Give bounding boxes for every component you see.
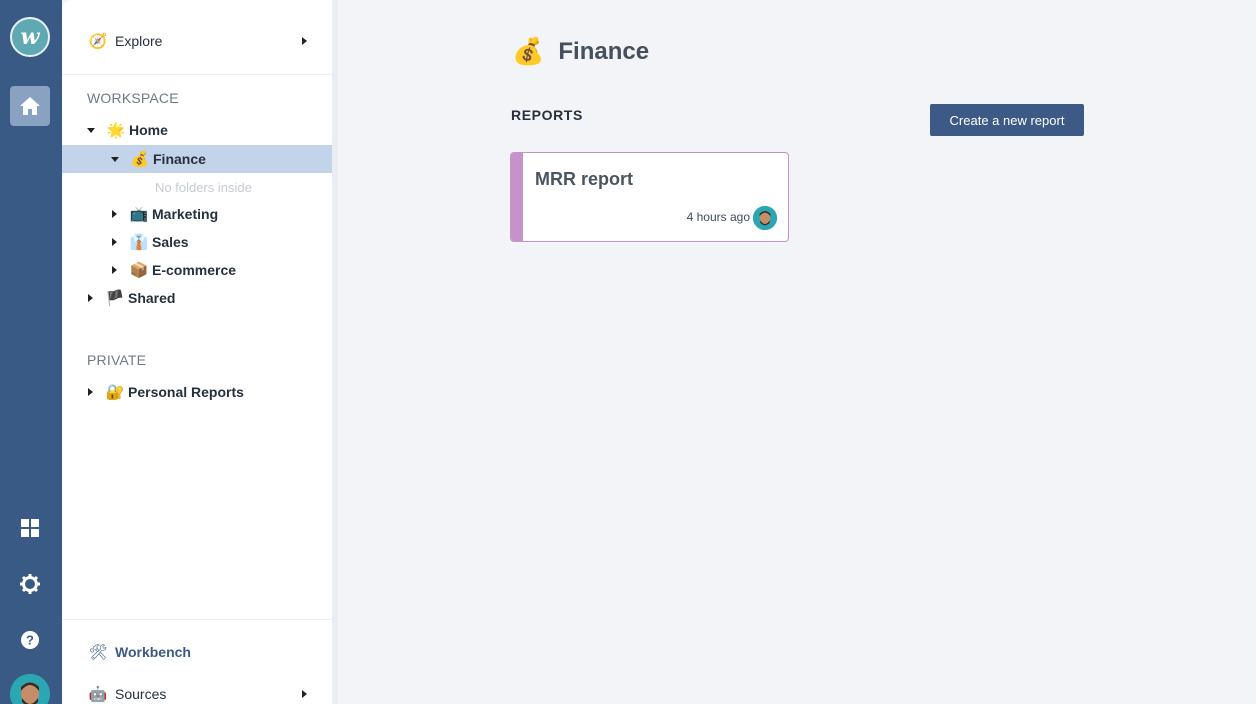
caret-right-icon[interactable] xyxy=(112,238,117,246)
tree-item-label: Sales xyxy=(152,234,189,250)
explore-label: Explore xyxy=(115,33,163,49)
svg-text:?: ? xyxy=(26,633,34,648)
compass-icon: 🧭 xyxy=(88,33,108,50)
report-title: MRR report xyxy=(535,169,633,189)
report-timestamp: 4 hours ago xyxy=(686,210,750,224)
tree-item-label: Personal Reports xyxy=(128,384,244,400)
sources-label: Sources xyxy=(115,686,167,702)
robot-icon: 🤖 xyxy=(88,686,108,703)
pirate-flag-icon: 🏴 xyxy=(105,290,125,307)
star-icon: 🌟 xyxy=(106,122,126,139)
tree-item-finance[interactable]: 💰 Finance xyxy=(62,145,338,173)
workbench-label: Workbench xyxy=(115,644,191,660)
page-title-text: Finance xyxy=(558,37,650,65)
caret-down-icon[interactable] xyxy=(111,156,119,162)
tree-item-label: Shared xyxy=(128,290,176,306)
lock-icon: 🔐 xyxy=(105,384,125,401)
explore-item[interactable]: 🧭 Explore xyxy=(62,27,332,55)
tree-item-ecommerce[interactable]: 📦 E-commerce xyxy=(62,256,332,284)
page-title: 💰 Finance xyxy=(512,36,649,67)
workbench-item[interactable]: 🛠 Workbench xyxy=(62,638,332,666)
sources-item[interactable]: 🤖 Sources xyxy=(62,680,332,704)
money-bag-icon: 💰 xyxy=(130,151,150,168)
chevron-right-icon[interactable] xyxy=(302,690,307,698)
chevron-right-icon[interactable] xyxy=(302,37,307,45)
tools-icon: 🛠 xyxy=(88,644,108,661)
dashboard-icon xyxy=(21,519,39,537)
workspace-heading: WORKSPACE xyxy=(87,90,179,106)
settings-button[interactable] xyxy=(10,564,50,604)
home-icon xyxy=(20,97,40,115)
money-bag-icon: 💰 xyxy=(512,36,545,66)
suit-icon: 👔 xyxy=(129,234,149,251)
package-icon: 📦 xyxy=(129,262,149,279)
settings-icon xyxy=(20,574,40,594)
tv-icon: 📺 xyxy=(129,206,149,223)
caret-right-icon[interactable] xyxy=(88,294,93,302)
user-avatar[interactable] xyxy=(10,674,50,704)
caret-right-icon[interactable] xyxy=(88,388,93,396)
private-heading: PRIVATE xyxy=(87,352,147,368)
divider xyxy=(62,619,332,620)
help-icon: ? xyxy=(21,631,39,649)
tree-item-personal-reports[interactable]: 🔐 Personal Reports xyxy=(62,378,332,406)
caret-right-icon[interactable] xyxy=(112,210,117,218)
home-button[interactable] xyxy=(10,86,50,126)
dashboard-button[interactable] xyxy=(10,508,50,548)
caret-right-icon[interactable] xyxy=(112,266,117,274)
divider xyxy=(62,74,332,75)
card-accent xyxy=(511,153,523,241)
reports-heading: REPORTS xyxy=(511,107,583,123)
help-button[interactable]: ? xyxy=(10,620,50,660)
sidebar-edge xyxy=(332,0,338,704)
app-logo[interactable]: w xyxy=(10,17,50,57)
tree-item-shared[interactable]: 🏴 Shared xyxy=(62,284,332,312)
author-avatar xyxy=(753,206,777,230)
tree-item-label: Finance xyxy=(153,151,206,167)
tree-item-sales[interactable]: 👔 Sales xyxy=(62,228,332,256)
left-rail: w ? xyxy=(0,0,62,704)
tree-item-label: E-commerce xyxy=(152,262,237,278)
tree-item-marketing[interactable]: 📺 Marketing xyxy=(62,200,332,228)
empty-folder-note: No folders inside xyxy=(155,179,252,195)
sidebar: 🧭 Explore WORKSPACE 🌟 Home 💰 Finance No … xyxy=(62,0,338,704)
create-report-button[interactable]: Create a new report xyxy=(930,104,1084,136)
caret-down-icon[interactable] xyxy=(87,127,95,133)
report-card[interactable]: MRR report 4 hours ago xyxy=(510,152,789,242)
tree-item-label: Home xyxy=(129,122,168,138)
tree-item-home[interactable]: 🌟 Home xyxy=(62,116,332,144)
tree-item-label: Marketing xyxy=(152,206,219,222)
